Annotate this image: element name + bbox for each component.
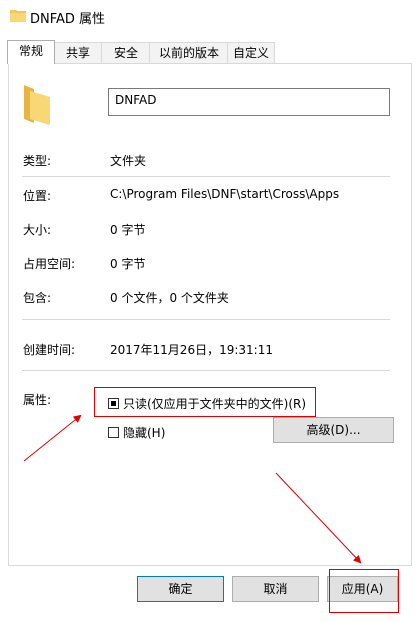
separator — [22, 370, 390, 371]
title-bar: DNFAD 属性 — [0, 0, 419, 32]
created-label: 创建时间: — [23, 343, 76, 357]
disk-size-value: 0 字节 — [110, 257, 146, 271]
size-label: 大小: — [23, 223, 52, 237]
checkbox-icon[interactable] — [108, 427, 119, 438]
location-label: 位置: — [23, 189, 52, 203]
attributes-label: 属性: — [23, 393, 52, 407]
size-value: 0 字节 — [110, 223, 146, 237]
separator — [22, 176, 390, 177]
apply-highlight-box — [329, 569, 399, 613]
contains-value: 0 个文件，0 个文件夹 — [110, 291, 229, 305]
folder-icon — [10, 10, 26, 22]
location-value: C:\Program Files\DNF\start\Cross\Apps — [110, 187, 340, 201]
folder-name-input[interactable]: DNFAD — [108, 88, 390, 116]
tab-previous-versions[interactable]: 以前的版本 — [149, 42, 229, 63]
ok-button[interactable]: 确定 — [137, 576, 224, 602]
tab-customize[interactable]: 自定义 — [227, 42, 275, 63]
tab-security[interactable]: 安全 — [101, 42, 151, 63]
separator — [22, 319, 390, 320]
cancel-button[interactable]: 取消 — [232, 576, 319, 602]
type-value: 文件夹 — [110, 154, 147, 168]
tab-general[interactable]: 常规 — [7, 40, 55, 64]
contains-label: 包含: — [23, 291, 52, 305]
hidden-checkbox[interactable]: 隐藏(H) — [108, 424, 165, 441]
disk-size-label: 占用空间: — [23, 257, 76, 271]
tab-sharing[interactable]: 共享 — [53, 42, 103, 63]
folder-large-icon — [24, 85, 50, 125]
type-label: 类型: — [23, 154, 52, 168]
window-title: DNFAD 属性 — [30, 12, 106, 27]
general-panel — [8, 63, 412, 566]
advanced-button[interactable]: 高级(D)... — [273, 417, 394, 443]
created-value: 2017年11月26日，19:31:11 — [110, 343, 273, 357]
readonly-highlight-box — [94, 387, 316, 417]
hidden-label: 隐藏(H) — [123, 426, 166, 440]
